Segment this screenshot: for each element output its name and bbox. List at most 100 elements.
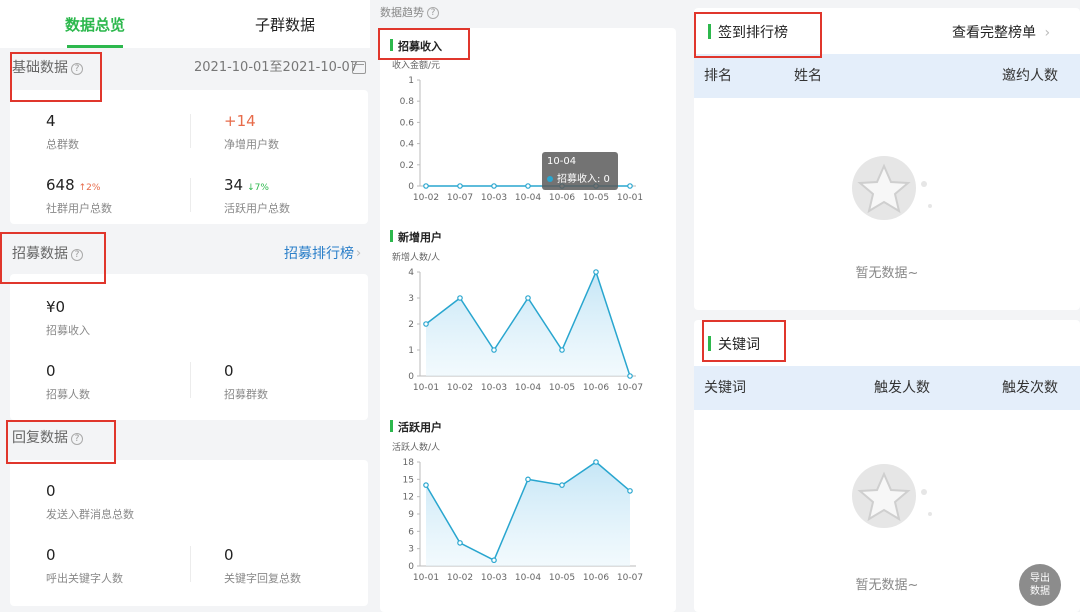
x-tick-label: 10-04 [515, 193, 541, 203]
help-icon[interactable]: ? [71, 433, 83, 445]
stat-value: 0 [46, 546, 56, 564]
date-range[interactable]: 2021-10-01至2021-10-07 [194, 50, 358, 86]
reply-data-title-wrap: 回复数据? [12, 420, 83, 456]
x-tick-label: 10-04 [515, 573, 541, 583]
x-tick-label: 10-03 [481, 573, 507, 583]
stat-value: 4 [46, 112, 56, 130]
data-point [457, 295, 463, 301]
x-tick-label: 10-06 [583, 573, 609, 583]
stat-value: 0 [46, 362, 56, 380]
active-tab-indicator [67, 45, 123, 48]
delta-down: ↓7% [247, 183, 269, 193]
new-users-chart: 0 1 2 3 4 10-01 10-02 10-03 10-04 10-05 10-06 10-07 [408, 268, 643, 393]
tab-bar: 数据总览 子群数据 [0, 0, 370, 48]
y-tick-label: 6 [408, 527, 414, 537]
tooltip-text: 招募收入: 0 [557, 174, 610, 185]
y-tick-label: 3 [408, 545, 414, 555]
ranking-panel: 签到排行榜 查看完整榜单 › 排名 姓名 邀约人数 暂无数据~ 关键词 关键词 … [682, 0, 1080, 612]
export-data-button[interactable]: 导出 数据 [1019, 564, 1061, 606]
trend-header: 数据趋势 [380, 6, 424, 19]
data-point [491, 183, 497, 189]
stat-value: 0 [224, 546, 234, 564]
data-point [593, 459, 599, 465]
trend-panel: 数据趋势? 招募收入 收入金额/元 0 0.2 0.4 0.6 0.8 1 10-02 10-… [372, 0, 680, 612]
divider [190, 546, 191, 582]
x-tick-label: 10-07 [447, 193, 473, 203]
y-tick-label: 0.8 [400, 97, 415, 107]
y-tick-label: 12 [403, 493, 414, 503]
chart-tooltip: 10-04 招募收入: 0 [542, 152, 618, 190]
help-icon[interactable]: ? [427, 7, 439, 19]
stat-label: 呼出关键字人数 [46, 572, 123, 585]
divider [190, 178, 191, 212]
divider [190, 114, 191, 148]
y-tick-label: 18 [403, 458, 415, 468]
data-point [491, 557, 497, 564]
data-point [627, 183, 633, 189]
y-tick-label: 4 [408, 268, 414, 278]
stat-label: 关键字回复总数 [224, 572, 301, 585]
stat-value: +14 [224, 112, 256, 130]
basic-data-card: 4 总群数 +14 净增用户数 648 ↑2% 社群用户总数 34 ↓7% 活跃用户… [10, 90, 368, 224]
recruit-data-title: 招募数据 [12, 246, 68, 262]
basic-data-title: 基础数据 [12, 60, 68, 76]
recruit-data-header: 招募数据? 招募排行榜 › [0, 236, 370, 272]
y-tick-label: 0.6 [400, 118, 415, 128]
recruit-ranking-link[interactable]: 招募排行榜 [284, 236, 354, 272]
x-tick-label: 10-07 [617, 573, 643, 583]
stat-label: 招募收入 [46, 324, 90, 337]
x-tick-label: 10-01 [413, 573, 439, 583]
trend-header-wrap: 数据趋势? [380, 4, 439, 20]
reply-data-header: 回复数据? [0, 420, 370, 456]
help-icon[interactable]: ? [71, 249, 83, 261]
data-point [627, 488, 633, 494]
view-full-ranking-link[interactable]: 查看完整榜单 › [952, 22, 1050, 42]
column-header: 姓名 [794, 68, 822, 84]
data-point [423, 183, 429, 189]
x-tick-label: 10-02 [447, 383, 473, 393]
y-tick-label: 15 [403, 475, 414, 485]
stat-label: 招募人数 [46, 388, 90, 401]
recruit-data-card: ¥0 招募收入 0 招募人数 0 招募群数 [10, 274, 368, 420]
calendar-icon[interactable] [352, 61, 366, 74]
stat-label: 总群数 [46, 138, 79, 151]
tab-subgroup-data[interactable]: 子群数据 [230, 0, 340, 48]
signin-ranking-card: 签到排行榜 查看完整榜单 › 排名 姓名 邀约人数 暂无数据~ [694, 8, 1080, 310]
delta-up: ↑2% [78, 183, 101, 193]
chart-title: 招募收入 [390, 38, 442, 54]
x-tick-label: 10-06 [549, 193, 575, 203]
reply-data-title: 回复数据 [12, 430, 68, 446]
tab-data-overview[interactable]: 数据总览 [40, 0, 150, 48]
chart-title: 新增用户 [390, 229, 442, 245]
y-tick-label: 0 [408, 562, 414, 572]
stat-label: 社群用户总数 [46, 202, 112, 215]
export-label-line2: 数据 [1030, 586, 1050, 597]
empty-state-icon [834, 136, 938, 240]
data-point [457, 540, 463, 546]
chevron-right-icon: › [1044, 25, 1051, 41]
empty-state-icon [834, 444, 938, 548]
overview-panel: 数据总览 子群数据 基础数据? 2021-10-01至2021-10-07 4 … [0, 0, 370, 612]
chart-ylabel: 收入金额/元 [392, 61, 441, 71]
stat-value-row: 34 ↓7% [224, 176, 269, 194]
x-tick-label: 10-03 [481, 193, 507, 203]
y-tick-label: 0 [408, 372, 414, 382]
export-label-line1: 导出 [1030, 573, 1050, 584]
chart-title: 活跃用户 [390, 419, 442, 435]
column-header: 排名 [704, 68, 732, 84]
help-icon[interactable]: ? [71, 63, 83, 75]
signin-table-header: 排名 姓名 邀约人数 [694, 54, 1080, 98]
chevron-right-icon: › [356, 246, 362, 261]
data-point [559, 347, 565, 353]
stat-value: ¥0 [46, 298, 66, 316]
series-area [426, 272, 630, 376]
stat-label: 净增用户数 [224, 138, 279, 151]
active-users-chart: 0 3 6 9 12 15 18 10-01 10-02 10-03 10-04 10-05 10-06… [403, 458, 644, 583]
stat-label: 招募群数 [224, 388, 268, 401]
x-tick-label: 10-06 [583, 383, 609, 393]
x-tick-label: 10-04 [515, 383, 541, 393]
keywords-title: 关键词 [708, 334, 760, 354]
x-tick-label: 10-01 [617, 193, 643, 203]
x-tick-label: 10-07 [617, 383, 643, 393]
data-point [457, 183, 463, 189]
